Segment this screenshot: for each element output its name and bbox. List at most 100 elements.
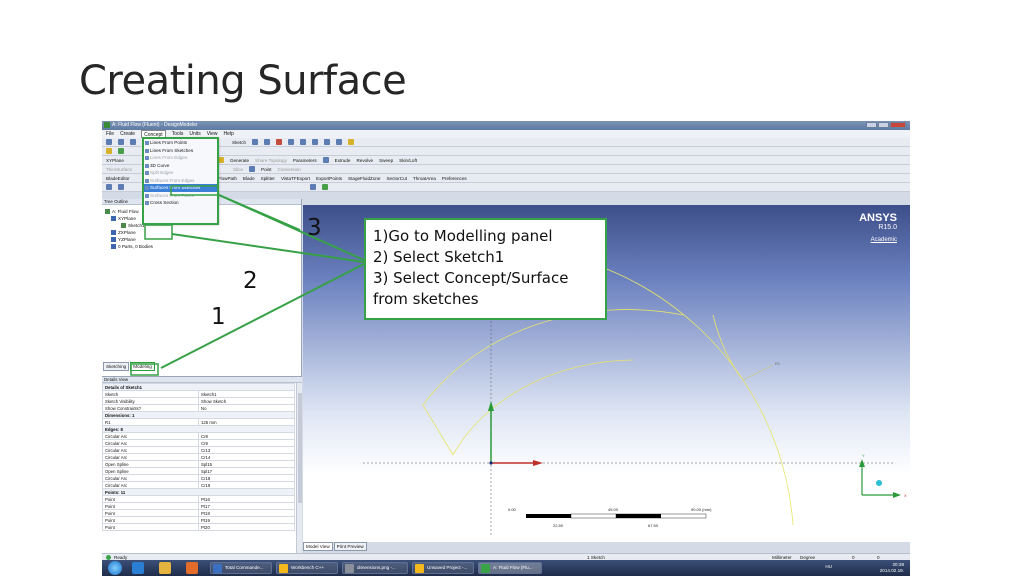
toolbar-parameters[interactable]: Parameters — [293, 158, 317, 163]
details-row[interactable]: Show Constraints? No — [102, 404, 295, 412]
concept-menu-item[interactable]: Split Edges — [144, 169, 217, 177]
details-row[interactable]: Points: 11 — [102, 488, 295, 496]
details-row[interactable]: Dimensions: 1 — [102, 411, 295, 419]
filter-icon[interactable] — [118, 184, 124, 190]
generate-icon[interactable] — [217, 157, 224, 163]
maximize-button[interactable] — [878, 122, 889, 128]
concept-menu-item[interactable]: Surfaces From Sketches — [144, 184, 217, 192]
details-scrollbar[interactable] — [296, 383, 302, 553]
details-row[interactable]: Details of Sketch1 — [102, 383, 295, 391]
toolbar-sectorcut[interactable]: SectorCut — [386, 176, 406, 181]
toolbar-exportpoints[interactable]: ExportPoints — [316, 176, 342, 181]
toolbar-stagefluidzone[interactable]: StageFluidZone — [348, 176, 380, 181]
taskbar-total-commander[interactable]: Total Commande... — [210, 562, 272, 574]
minimize-button[interactable] — [866, 122, 877, 128]
details-row[interactable]: Sketch Visibility Show Sketch — [102, 397, 295, 405]
toolbar-point[interactable]: Point — [261, 167, 271, 172]
toolbar-sweep[interactable]: Sweep — [379, 158, 393, 163]
tab-sketching[interactable]: Sketching — [103, 362, 130, 371]
extrude-icon[interactable] — [322, 157, 329, 163]
toolbar-throatarea[interactable]: ThroatArea — [413, 176, 436, 181]
details-row[interactable]: Circular Arc Cr19 — [102, 481, 295, 489]
toolbar-vistatfexport[interactable]: VistaTFExport — [281, 176, 310, 181]
toolbar-extrude[interactable]: Extrude — [335, 158, 351, 163]
menu-view[interactable]: View — [207, 130, 218, 138]
firefox-icon[interactable] — [186, 562, 198, 574]
toolbar-share-topology[interactable]: Share Topology — [255, 158, 287, 163]
tree-item-zxplane[interactable]: ZXPlane — [105, 229, 298, 236]
clock-date[interactable]: 2014.02.19. — [880, 568, 904, 574]
concept-menu-item[interactable]: Lines From Sketches — [144, 147, 217, 155]
details-row[interactable]: Circular Arc Cr14 — [102, 453, 295, 461]
zoom-icon[interactable] — [312, 139, 319, 145]
rotate-icon[interactable] — [288, 139, 295, 145]
display-icon[interactable] — [322, 184, 328, 190]
new-icon[interactable] — [106, 139, 112, 145]
taskbar-workbench[interactable]: Workbench C++ — [276, 562, 338, 574]
menu-create[interactable]: Create — [120, 130, 135, 138]
select-mode-icon[interactable] — [106, 148, 112, 154]
concept-menu-item[interactable]: Surfaces From Edges — [144, 177, 217, 185]
pan-icon[interactable] — [300, 139, 307, 145]
toolbar-revolve[interactable]: Revolve — [356, 158, 373, 163]
tab-modeling[interactable]: Modeling — [130, 362, 155, 371]
toolbar-bladeeditor[interactable]: BladeEditor — [106, 176, 130, 181]
graphics-icon[interactable] — [310, 184, 316, 190]
details-row[interactable]: Circular Arc Cr18 — [102, 474, 295, 482]
select-filter-icon[interactable] — [118, 148, 124, 154]
details-row[interactable]: Open Spline Spl17 — [102, 467, 295, 475]
menu-tools[interactable]: Tools — [172, 130, 184, 138]
tree-item-yzplane[interactable]: YZPlane — [105, 236, 298, 243]
ie-icon[interactable] — [132, 562, 144, 574]
toolbar-blade[interactable]: Blade — [243, 176, 255, 181]
details-row[interactable]: Sketch Sketch1 — [102, 390, 295, 398]
toolbar-flowpath[interactable]: FlowPath — [218, 176, 237, 181]
delete-icon[interactable] — [276, 139, 283, 145]
face-select-icon[interactable] — [264, 139, 271, 145]
tab-print-preview[interactable]: Print Preview — [333, 542, 367, 551]
concept-menu-item[interactable]: Lines From Edges — [144, 154, 217, 162]
details-row[interactable]: Point Pt18 — [102, 509, 295, 517]
toolbar-preferences[interactable]: Preferences — [442, 176, 467, 181]
tree-item-bodies[interactable]: 0 Parts, 0 Bodies — [105, 243, 298, 250]
look-at-icon[interactable] — [348, 139, 355, 145]
explorer-icon[interactable] — [159, 562, 171, 574]
toolbar-skin-loft[interactable]: Skin/Loft — [399, 158, 417, 163]
taskbar-unsaved-project[interactable]: Unsaved Project -... — [412, 562, 474, 574]
details-row[interactable]: Circular Arc Cr8 — [102, 432, 295, 440]
select-icon[interactable] — [252, 139, 259, 145]
details-row[interactable]: R1 125 mm — [102, 418, 295, 426]
plane-selector[interactable]: XYPlane — [106, 158, 124, 163]
taskbar-dimensions[interactable]: dimensions.png -... — [342, 562, 408, 574]
toolbar-splitter[interactable]: Splitter — [261, 176, 275, 181]
details-row[interactable]: Circular Arc Cr9 — [102, 439, 295, 447]
toolbar-thin[interactable]: Thin/Surface — [106, 167, 132, 172]
toolbar-sketch[interactable]: Sketch — [232, 140, 246, 145]
details-row[interactable]: Point Pt19 — [102, 516, 295, 524]
details-row[interactable]: Point Pt16 — [102, 495, 295, 503]
menu-concept[interactable]: Concept — [141, 130, 166, 138]
concept-menu-item[interactable]: Surfaces From Faces — [144, 192, 217, 200]
details-row[interactable]: Point Pt20 — [102, 523, 295, 531]
point-icon[interactable] — [249, 166, 256, 172]
details-row[interactable]: Open Spline Spl15 — [102, 460, 295, 468]
menu-file[interactable]: File — [106, 130, 114, 138]
details-row[interactable]: Edges: 8 — [102, 425, 295, 433]
tree-toggle-icon[interactable] — [106, 184, 112, 190]
concept-menu-item[interactable]: Cross Section — [144, 199, 217, 207]
start-button[interactable] — [108, 561, 122, 575]
toolbar-conversion[interactable]: Conversion — [278, 167, 301, 172]
save-icon[interactable] — [118, 139, 124, 145]
details-row[interactable]: Circular Arc Cr13 — [102, 446, 295, 454]
tab-model-view[interactable]: Model View — [303, 542, 333, 551]
menu-units[interactable]: Units — [189, 130, 200, 138]
toolbar-slice[interactable]: Slice — [233, 167, 243, 172]
concept-menu-item[interactable]: Lines From Points — [144, 139, 217, 147]
taskbar-designmodeler[interactable]: A: Fluid Flow (Flu... — [478, 562, 542, 574]
details-row[interactable]: Point Pt17 — [102, 502, 295, 510]
toolbar-generate-button[interactable]: Generate — [230, 158, 249, 163]
menu-help[interactable]: Help — [224, 130, 234, 138]
language-indicator[interactable]: HU — [825, 564, 832, 570]
close-button[interactable] — [890, 122, 906, 128]
zoom-fit-icon[interactable] — [336, 139, 343, 145]
